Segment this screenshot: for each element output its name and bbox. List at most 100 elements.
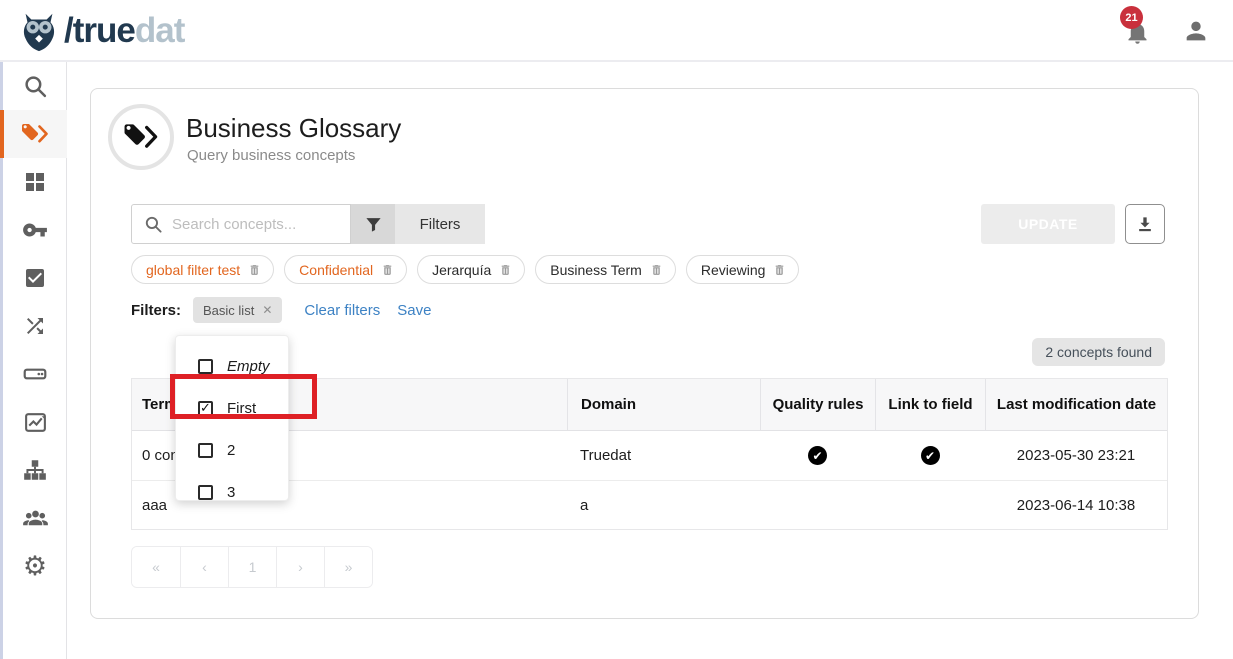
page-title: Business Glossary xyxy=(186,113,401,144)
glossary-emblem xyxy=(108,104,174,170)
sidebar-item-rules[interactable] xyxy=(3,254,67,302)
sidebar-item-dashboards[interactable] xyxy=(3,158,67,206)
search-icon xyxy=(23,74,48,99)
search-box xyxy=(131,204,351,244)
page-subtitle: Query business concepts xyxy=(187,147,355,164)
column-header-last-modification[interactable]: Last modification date xyxy=(985,379,1167,430)
filters-bar-label: Filters: xyxy=(131,302,181,319)
filter-chip[interactable]: Business Term xyxy=(535,255,676,284)
logo-true: true xyxy=(73,11,135,50)
saved-filters-bar: Filters: Basic list ✕ Clear filters Save xyxy=(131,297,431,323)
column-header-link-to-field[interactable]: Link to field xyxy=(875,379,985,430)
filter-chip[interactable]: Reviewing xyxy=(686,255,800,284)
saved-filter-chip[interactable]: Basic list ✕ xyxy=(193,297,282,323)
logo-wordmark: /truedat xyxy=(64,11,184,51)
pagination: « ‹ 1 › » xyxy=(131,546,373,588)
link-to-field-check-icon: ✔ xyxy=(921,446,940,465)
sidebar-item-lineage[interactable] xyxy=(3,302,67,350)
pagination-first-button[interactable]: « xyxy=(132,547,180,587)
filter-chip-label: Confidential xyxy=(299,262,373,278)
filter-chip[interactable]: global filter test xyxy=(131,255,274,284)
checkbox-icon[interactable] xyxy=(198,401,213,416)
column-header-domain[interactable]: Domain xyxy=(567,379,760,430)
quality-rules-check-icon: ✔ xyxy=(808,446,827,465)
search-input[interactable] xyxy=(172,216,342,233)
filter-chip-label: Reviewing xyxy=(701,262,766,278)
funnel-icon xyxy=(364,215,383,234)
download-icon xyxy=(1135,214,1155,234)
checkbox-icon[interactable] xyxy=(198,485,213,500)
sidebar-item-quality[interactable] xyxy=(3,398,67,446)
notifications-button[interactable]: 21 xyxy=(1120,6,1164,56)
filter-chip[interactable]: Confidential xyxy=(284,255,407,284)
filter-chip[interactable]: Jerarquía xyxy=(417,255,525,284)
filter-chip-label: Jerarquía xyxy=(432,262,491,278)
sidebar-item-data-sources[interactable] xyxy=(3,350,67,398)
results-count-badge: 2 concepts found xyxy=(1032,338,1165,366)
sitemap-icon xyxy=(22,457,48,483)
sidebar-item-search[interactable] xyxy=(3,62,67,110)
check-square-icon xyxy=(23,266,47,290)
filter-funnel-button[interactable] xyxy=(351,204,395,244)
trash-icon[interactable] xyxy=(381,263,394,277)
remove-saved-filter-icon[interactable]: ✕ xyxy=(262,303,272,317)
user-menu-button[interactable] xyxy=(1182,17,1212,47)
dropdown-option-label: 3 xyxy=(227,484,235,501)
filter-chip-label: global filter test xyxy=(146,262,240,278)
sidebar-item-glossary[interactable] xyxy=(3,110,67,158)
active-filter-chips: global filter test Confidential Jerarquí… xyxy=(131,255,799,284)
clear-filters-link[interactable]: Clear filters xyxy=(304,302,380,319)
drive-icon xyxy=(22,361,48,387)
cell-quality-rules xyxy=(760,481,875,529)
app-window: /truedat 21 xyxy=(0,0,1233,659)
dropdown-option[interactable]: 3 xyxy=(176,471,288,513)
dropdown-option-label: Empty xyxy=(227,358,270,375)
sidebar-item-settings[interactable]: ⚙ xyxy=(3,542,67,590)
pagination-next-button[interactable]: › xyxy=(276,547,324,587)
update-button[interactable]: UPDATE xyxy=(981,204,1115,244)
saved-filter-name: Basic list xyxy=(203,303,254,318)
checkbox-icon[interactable] xyxy=(198,359,213,374)
dropdown-option[interactable]: First xyxy=(176,387,288,429)
cell-domain: a xyxy=(567,481,760,529)
pagination-last-button[interactable]: » xyxy=(324,547,372,587)
filters-button-label: Filters xyxy=(420,216,461,233)
gear-icon: ⚙ xyxy=(23,553,47,580)
dropdown-option-label: 2 xyxy=(227,442,235,459)
pagination-page-1-button[interactable]: 1 xyxy=(228,547,276,587)
notification-count-badge: 21 xyxy=(1120,6,1143,29)
filters-button[interactable]: Filters xyxy=(395,204,485,244)
logo-dat: dat xyxy=(135,11,185,50)
search-toolbar: Filters xyxy=(131,204,485,244)
logo-slash: / xyxy=(64,11,73,50)
truedat-logo[interactable]: /truedat xyxy=(16,8,184,54)
sidebar-item-users[interactable] xyxy=(3,494,67,542)
key-icon xyxy=(22,217,48,243)
dropdown-option[interactable]: Empty xyxy=(176,345,288,387)
cell-link-to-field: ✔ xyxy=(875,431,985,480)
cell-quality-rules: ✔ xyxy=(760,431,875,480)
sidebar-item-structures[interactable] xyxy=(3,446,67,494)
tag-icon xyxy=(20,121,50,147)
trash-icon[interactable] xyxy=(499,263,512,277)
pagination-prev-button[interactable]: ‹ xyxy=(180,547,228,587)
column-header-quality-rules[interactable]: Quality rules xyxy=(760,379,875,430)
grid-icon xyxy=(23,170,47,194)
search-input-icon xyxy=(144,215,163,234)
dropdown-option[interactable]: 2 xyxy=(176,429,288,471)
trash-icon[interactable] xyxy=(248,263,261,277)
topbar: /truedat 21 xyxy=(0,0,1233,62)
trash-icon[interactable] xyxy=(650,263,663,277)
trash-icon[interactable] xyxy=(773,263,786,277)
filter-chip-label: Business Term xyxy=(550,262,642,278)
cell-domain: Truedat xyxy=(567,431,760,480)
download-button[interactable] xyxy=(1125,204,1165,244)
sidebar-item-permissions[interactable] xyxy=(3,206,67,254)
save-filter-link[interactable]: Save xyxy=(397,302,431,319)
person-icon xyxy=(1182,17,1210,45)
cell-link-to-field xyxy=(875,481,985,529)
filter-options-dropdown: Empty First 2 3 xyxy=(175,335,289,501)
users-icon xyxy=(22,505,49,532)
checkbox-icon[interactable] xyxy=(198,443,213,458)
owl-logo-icon xyxy=(16,8,62,54)
